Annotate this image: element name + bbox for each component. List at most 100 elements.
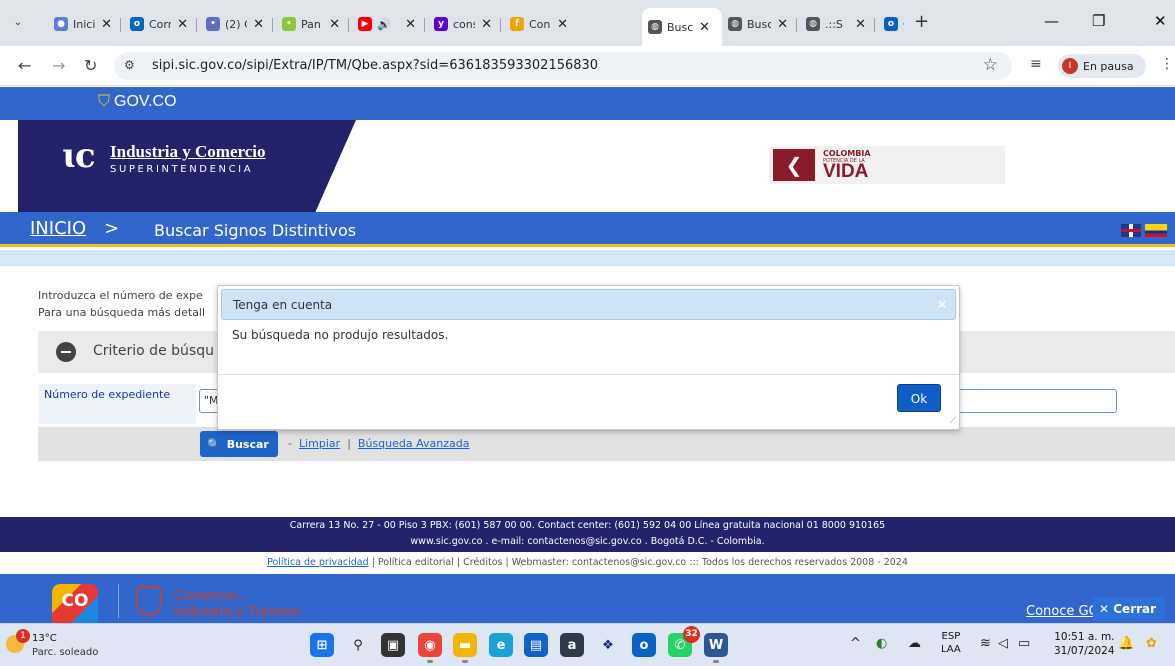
tab-title: Busc bbox=[747, 17, 772, 31]
amazon-icon[interactable]: a bbox=[560, 633, 584, 657]
cerrar-button[interactable]: ✕ Cerrar bbox=[1093, 597, 1165, 621]
whatsapp-icon[interactable]: ✆ 32 bbox=[668, 626, 700, 657]
browser-tab-strip: ⌄ ● Inici ✕ o Corr ✕ • (2) C ✕ • Pan ✕ ▶ 🔊 ✕ ycons ✕ f Con… bbox=[0, 0, 1175, 46]
url-text[interactable]: sipi.sic.gov.co/sipi/Extra/IP/TM/Qbe.asp… bbox=[152, 58, 598, 73]
menu-kebab-icon[interactable]: ⋮ bbox=[1160, 56, 1174, 72]
spanish-flag-icon[interactable] bbox=[1145, 224, 1167, 237]
tab-favicon-icon: ▶ bbox=[358, 17, 372, 31]
limpiar-link[interactable]: Limpiar bbox=[299, 437, 340, 450]
copilot-icon[interactable]: ◐ bbox=[876, 636, 887, 651]
web-page: ⛉ GOV.CO ɩc Industria y Comercio SUPERINT… bbox=[0, 87, 1175, 623]
word-icon[interactable]: W bbox=[704, 633, 728, 663]
tab-close-icon[interactable]: ✕ bbox=[557, 17, 568, 32]
weather-badge: 1 bbox=[16, 629, 30, 643]
file-explorer-icon[interactable]: ▬ bbox=[453, 633, 477, 663]
running-indicator bbox=[427, 660, 433, 663]
footer-contact: Carrera 13 No. 27 - 00 Piso 3 PBX: (601)… bbox=[0, 517, 1175, 552]
dialog-close-icon[interactable]: × bbox=[937, 297, 947, 311]
minimize-button[interactable]: — bbox=[1044, 12, 1059, 30]
tab-favicon-icon: ◍ bbox=[648, 20, 662, 34]
tab-title: Inici bbox=[73, 17, 96, 31]
search-taskbar-icon[interactable]: ⚲ bbox=[346, 633, 370, 657]
wifi-icon[interactable]: ≋ bbox=[980, 636, 991, 651]
browser-tab[interactable]: ycons ✕ bbox=[428, 9, 498, 39]
address-bar[interactable]: ⚙ sipi.sic.gov.co/sipi/Extra/IP/TM/Qbe.a… bbox=[114, 52, 1012, 80]
tab-favicon-icon: ◍ bbox=[728, 17, 742, 31]
colorful-widget-icon[interactable]: ✿ bbox=[1146, 636, 1157, 651]
edge-icon[interactable]: e bbox=[489, 633, 513, 657]
tab-favicon-icon: o bbox=[130, 17, 144, 31]
tab-close-icon[interactable]: ✕ bbox=[253, 17, 264, 32]
tab-close-icon[interactable]: ✕ bbox=[481, 17, 492, 32]
bookmark-star-icon[interactable]: ☆ bbox=[983, 55, 998, 75]
tab-close-icon[interactable]: ✕ bbox=[405, 17, 416, 32]
temperature: 13°C bbox=[32, 633, 57, 644]
chrome-icon[interactable]: ◉ bbox=[418, 633, 442, 663]
conoce-gov-link[interactable]: Conoce GC bbox=[1026, 604, 1098, 619]
language-code: ESP bbox=[941, 631, 961, 642]
new-tab-button[interactable]: + bbox=[914, 11, 929, 32]
tab-close-icon[interactable]: ✕ bbox=[101, 17, 112, 32]
expediente-label-cell: Número de expediente bbox=[38, 384, 196, 424]
tab-search-chevron-icon[interactable]: ⌄ bbox=[8, 13, 28, 33]
page-title: Buscar Signos Distintivos bbox=[154, 221, 357, 240]
tab-close-icon[interactable]: ✕ bbox=[855, 17, 866, 32]
weather-widget[interactable]: 1 13°C Parc. soleado bbox=[6, 629, 116, 661]
system-clock[interactable]: 10:51 a. m. 31/07/2024 bbox=[1054, 630, 1115, 658]
ok-button[interactable]: Ok bbox=[897, 384, 941, 412]
notification-bell-icon[interactable]: 🔔 bbox=[1118, 636, 1134, 651]
browser-tab[interactable]: • (2) C ✕ bbox=[200, 9, 270, 39]
english-flag-icon[interactable] bbox=[1121, 224, 1141, 237]
collapse-minus-icon[interactable] bbox=[56, 342, 76, 362]
tab-close-icon[interactable]: ✕ bbox=[329, 17, 340, 32]
battery-icon[interactable]: ▭ bbox=[1018, 636, 1030, 651]
browser-tab[interactable]: ◍ Busc ✕ bbox=[722, 9, 794, 39]
reading-list-icon[interactable]: ≡ bbox=[1030, 56, 1042, 72]
colombia-mark-icon: ❮ bbox=[773, 149, 815, 181]
dialog-header[interactable]: Tenga en cuenta × bbox=[221, 289, 956, 320]
browser-tab[interactable]: ◍ .::S ✕ bbox=[800, 9, 872, 39]
store-icon[interactable]: ▤ bbox=[524, 633, 548, 657]
tab-close-icon[interactable]: ✕ bbox=[777, 17, 788, 32]
volume-icon[interactable]: ◁ bbox=[998, 636, 1008, 651]
language-indicator[interactable]: ESP LAA bbox=[941, 630, 961, 656]
site-info-icon[interactable]: ⚙ bbox=[124, 58, 135, 72]
task-view-icon[interactable]: ▣ bbox=[381, 633, 405, 657]
browser-tab[interactable]: • Pan ✕ bbox=[276, 9, 346, 39]
gov-co-logo[interactable]: ⛉ GOV.CO bbox=[98, 93, 177, 111]
forward-icon[interactable]: → bbox=[52, 56, 65, 75]
outlook-new-icon[interactable]: o bbox=[632, 633, 656, 657]
close-window-button[interactable]: ✕ bbox=[1154, 12, 1167, 30]
tab-title: Pan bbox=[301, 17, 321, 31]
sic-subtitle: SUPERINTENDENCIA bbox=[110, 164, 254, 175]
browser-tab[interactable]: o Corr bbox=[878, 9, 910, 39]
browser-tab[interactable]: ▶ 🔊 ✕ bbox=[352, 9, 422, 39]
back-icon[interactable]: ← bbox=[18, 56, 31, 75]
tab-close-icon[interactable]: ✕ bbox=[699, 20, 710, 35]
sic-name[interactable]: Industria y Comercio bbox=[110, 142, 266, 162]
privacy-policy-link[interactable]: Política de privacidad bbox=[267, 557, 369, 568]
tab-title: Corr bbox=[149, 17, 172, 31]
footer-gov-bar: CO Comercio, Industria y Turismo Conoce … bbox=[0, 574, 1175, 623]
tab-close-icon[interactable]: ✕ bbox=[177, 17, 188, 32]
co-colombia-logo: CO bbox=[52, 584, 98, 623]
windows-start-icon[interactable]: ⊞ bbox=[310, 633, 334, 657]
profile-button[interactable]: I En pausa bbox=[1058, 54, 1146, 78]
criterio-label: Criterio de búsqu bbox=[93, 343, 214, 359]
reload-icon[interactable]: ↻ bbox=[84, 56, 97, 75]
browser-tab[interactable]: ◍ Busc ✕ bbox=[642, 8, 722, 46]
tab-favicon-icon: ◍ bbox=[806, 17, 820, 31]
resize-grip-icon[interactable]: ⟋ bbox=[950, 416, 956, 426]
browser-tab[interactable]: o Corr ✕ bbox=[124, 9, 194, 39]
browser-tab[interactable]: ● Inici ✕ bbox=[48, 9, 118, 39]
busqueda-avanzada-link[interactable]: Búsqueda Avanzada bbox=[358, 437, 470, 450]
restore-button[interactable]: ❐ bbox=[1092, 12, 1105, 30]
buscar-button[interactable]: 🔍 Buscar bbox=[200, 431, 278, 457]
expediente-label: Número de expediente bbox=[44, 388, 171, 401]
profile-status: En pausa bbox=[1083, 59, 1134, 73]
onedrive-cloud-icon[interactable]: ☁ bbox=[908, 636, 921, 651]
breadcrumb-home-link[interactable]: INICIO bbox=[30, 218, 86, 239]
dropbox-icon[interactable]: ❖ bbox=[596, 633, 620, 657]
browser-tab[interactable]: f Con ✕ bbox=[504, 9, 574, 39]
show-hidden-icons-chevron[interactable]: ^ bbox=[850, 636, 861, 651]
